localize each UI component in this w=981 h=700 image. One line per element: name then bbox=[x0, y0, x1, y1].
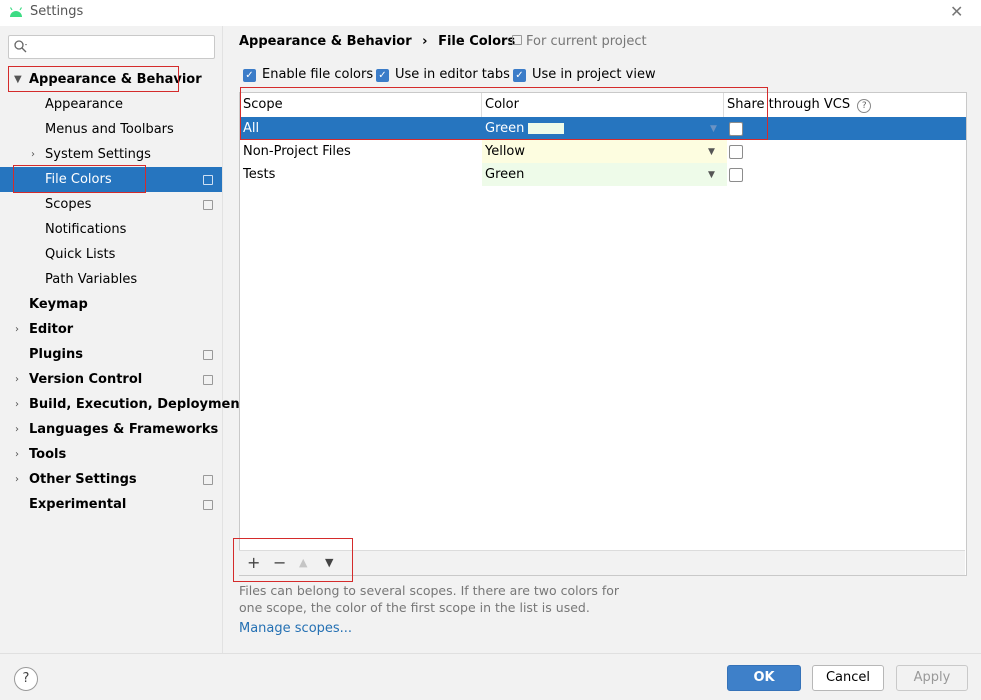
project-scope-icon bbox=[203, 500, 213, 510]
move-up-button[interactable]: ▲ bbox=[299, 556, 307, 569]
chevron-right-icon[interactable]: › bbox=[15, 474, 19, 485]
search-icon bbox=[14, 40, 27, 53]
share-vcs-checkbox[interactable] bbox=[729, 168, 743, 182]
chevron-down-icon[interactable]: ▼ bbox=[710, 124, 717, 134]
table-row[interactable]: Tests Green ▼ bbox=[240, 163, 966, 186]
sidebar-item-editor[interactable]: Editor bbox=[29, 317, 73, 342]
table-row[interactable]: Non-Project Files Yellow ▼ bbox=[240, 140, 966, 163]
color-swatch bbox=[528, 123, 565, 134]
scope-hint: For current project bbox=[512, 34, 647, 49]
scope-cell: Tests bbox=[243, 167, 276, 182]
file-colors-table: Scope Color Share through VCS ? All Gree… bbox=[239, 92, 967, 576]
sidebar-item-other-settings[interactable]: Other Settings bbox=[29, 467, 137, 492]
column-header-share[interactable]: Share through VCS ? bbox=[727, 93, 963, 117]
color-cell[interactable]: Green bbox=[482, 163, 727, 186]
project-scope-icon bbox=[203, 350, 213, 360]
sidebar-item-menus-toolbars[interactable]: Menus and Toolbars bbox=[45, 117, 174, 142]
sidebar-item-experimental[interactable]: Experimental bbox=[29, 492, 126, 517]
breadcrumb-parent[interactable]: Appearance & Behavior bbox=[239, 34, 412, 49]
chevron-right-icon[interactable]: › bbox=[15, 449, 19, 460]
scope-hint-text: For current project bbox=[526, 34, 647, 49]
project-scope-icon bbox=[203, 200, 213, 210]
scope-cell: Non-Project Files bbox=[243, 144, 351, 159]
table-row[interactable]: All Green ▼ bbox=[240, 117, 966, 140]
add-button[interactable]: + bbox=[247, 553, 260, 572]
column-header-color[interactable]: Color bbox=[485, 93, 724, 117]
sidebar-item-notifications[interactable]: Notifications bbox=[45, 217, 126, 242]
color-cell[interactable]: Yellow bbox=[482, 140, 727, 163]
chevron-right-icon[interactable]: › bbox=[15, 374, 19, 385]
share-vcs-checkbox[interactable] bbox=[729, 145, 743, 159]
project-scope-icon bbox=[512, 35, 522, 45]
ok-button[interactable]: OK bbox=[727, 665, 801, 691]
chevron-down-icon[interactable]: ▼ bbox=[708, 147, 715, 157]
breadcrumb-current: File Colors bbox=[438, 34, 516, 49]
remove-button[interactable]: − bbox=[273, 553, 286, 572]
sidebar-item-file-colors[interactable]: File Colors bbox=[0, 167, 222, 192]
chevron-right-icon[interactable]: › bbox=[15, 399, 19, 410]
scope-note: Files can belong to several scopes. If t… bbox=[239, 583, 620, 615]
sidebar-item-path-variables[interactable]: Path Variables bbox=[45, 267, 137, 292]
sidebar-item-appearance-behavior[interactable]: Appearance & Behavior bbox=[29, 67, 202, 92]
sidebar-item-build-execution[interactable]: Build, Execution, Deployment bbox=[29, 392, 246, 417]
chevron-down-icon[interactable]: ▼ bbox=[708, 170, 715, 180]
move-down-button[interactable]: ▼ bbox=[325, 556, 333, 569]
help-icon[interactable]: ? bbox=[857, 99, 872, 113]
use-in-project-view-label: Use in project view bbox=[532, 67, 656, 82]
scope-cell: All bbox=[243, 121, 260, 136]
sidebar-item-keymap[interactable]: Keymap bbox=[29, 292, 88, 317]
project-scope-icon bbox=[203, 175, 213, 185]
manage-scopes-link[interactable]: Manage scopes... bbox=[239, 621, 352, 636]
sidebar-item-version-control[interactable]: Version Control bbox=[29, 367, 142, 392]
color-cell-label: Green bbox=[485, 121, 525, 136]
column-header-scope[interactable]: Scope bbox=[243, 93, 482, 117]
apply-button[interactable]: Apply bbox=[896, 665, 968, 691]
share-vcs-checkbox[interactable] bbox=[729, 122, 743, 136]
use-in-project-view-checkbox[interactable]: ✓ bbox=[513, 69, 526, 82]
sidebar-item-appearance[interactable]: Appearance bbox=[45, 92, 123, 117]
help-button[interactable]: ? bbox=[14, 667, 38, 691]
sidebar-item-quick-lists[interactable]: Quick Lists bbox=[45, 242, 115, 267]
title-bar bbox=[0, 0, 981, 26]
enable-file-colors-checkbox[interactable]: ✓ bbox=[243, 69, 256, 82]
breadcrumb-separator: › bbox=[422, 34, 428, 49]
android-logo-icon bbox=[9, 7, 23, 17]
search-input[interactable] bbox=[8, 35, 215, 59]
sidebar-item-languages-frameworks[interactable]: Languages & Frameworks bbox=[29, 417, 218, 442]
sidebar-item-tools[interactable]: Tools bbox=[29, 442, 66, 467]
enable-file-colors-label: Enable file colors bbox=[262, 67, 374, 82]
chevron-down-icon[interactable]: ▼ bbox=[14, 74, 22, 85]
close-icon[interactable]: ✕ bbox=[950, 2, 963, 21]
chevron-right-icon[interactable]: › bbox=[15, 424, 19, 435]
breadcrumb: Appearance & Behavior › File Colors bbox=[239, 34, 515, 49]
sidebar-item-system-settings[interactable]: System Settings bbox=[45, 142, 151, 167]
sidebar-item-plugins[interactable]: Plugins bbox=[29, 342, 83, 367]
sidebar-item-scopes[interactable]: Scopes bbox=[45, 192, 91, 217]
use-in-editor-tabs-label: Use in editor tabs bbox=[395, 67, 510, 82]
cancel-button[interactable]: Cancel bbox=[812, 665, 884, 691]
table-toolbar: + − ▲ ▼ bbox=[239, 550, 965, 575]
chevron-right-icon[interactable]: › bbox=[31, 149, 35, 160]
window-title: Settings bbox=[30, 4, 84, 19]
project-scope-icon bbox=[203, 475, 213, 485]
sidebar-item-label: File Colors bbox=[45, 172, 112, 187]
chevron-right-icon[interactable]: › bbox=[15, 324, 19, 335]
use-in-editor-tabs-checkbox[interactable]: ✓ bbox=[376, 69, 389, 82]
column-header-share-label: Share through VCS bbox=[727, 97, 851, 112]
color-cell[interactable]: Green bbox=[485, 117, 565, 140]
project-scope-icon bbox=[203, 375, 213, 385]
